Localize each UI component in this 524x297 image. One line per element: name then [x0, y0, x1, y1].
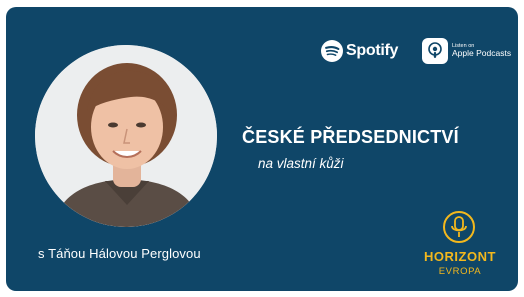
podcast-subtitle: na vlastní kůži	[258, 156, 344, 171]
horizont-logo-text: HORIZONT	[424, 249, 496, 264]
evropa-logo-text: EVROPA	[438, 266, 482, 277]
spotify-badge[interactable]: Spotify	[321, 40, 398, 62]
podcast-title: ČESKÉ PŘEDSEDNICTVÍ	[242, 127, 459, 147]
apple-podcasts-badge[interactable]: Listen on Apple Podcasts	[422, 38, 511, 64]
apple-podcasts-icon	[422, 38, 448, 64]
spotify-label: Spotify	[346, 42, 399, 59]
apple-podcasts-label: Apple Podcasts	[452, 48, 512, 59]
podcast-banner: s Táňou Hálovou Perglovou ČESKÉ PŘEDSEDN…	[6, 7, 518, 291]
guest-photo	[35, 45, 217, 227]
guest-caption: s Táňou Hálovou Perglovou	[38, 246, 201, 261]
spotify-icon	[321, 40, 343, 62]
microphone-logo-icon	[443, 211, 475, 243]
